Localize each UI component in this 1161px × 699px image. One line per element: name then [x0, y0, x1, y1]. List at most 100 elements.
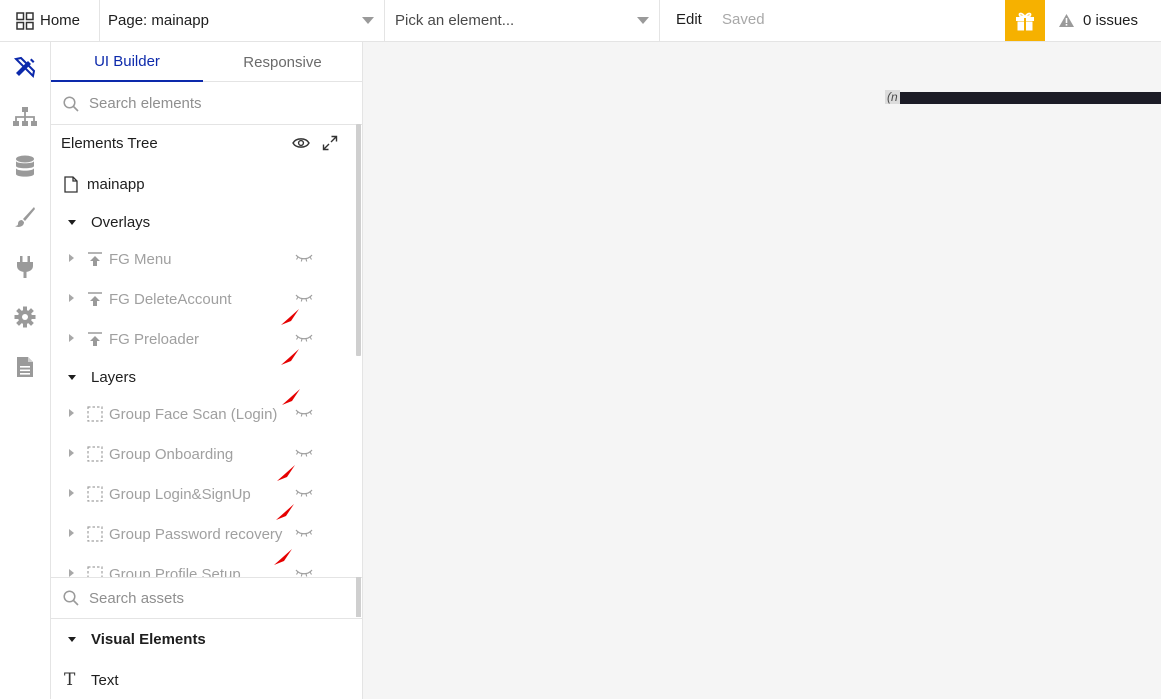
floating-group-icon [88, 332, 102, 346]
icon-rail [0, 42, 51, 699]
search-icon [63, 590, 79, 606]
visual-element-text[interactable]: T Text [51, 662, 355, 698]
gear-icon [14, 306, 36, 328]
group-icon [87, 446, 103, 462]
caret-down-icon [68, 375, 76, 380]
eye-closed-icon[interactable] [295, 448, 313, 458]
top-bar: Home Page: mainapp Pick an element... Ed… [0, 0, 1161, 42]
chevron-down-icon [362, 17, 374, 24]
assets-scrollbar[interactable] [356, 577, 361, 617]
grid-icon [16, 11, 34, 30]
issues-button[interactable]: 0 issues [1058, 0, 1138, 41]
tree-section-overlays[interactable]: Overlays [51, 205, 355, 239]
tree-item-fg-deleteaccount[interactable]: FG DeleteAccount [51, 282, 355, 316]
element-picker[interactable]: Pick an element... [385, 0, 660, 41]
eye-closed-icon[interactable] [295, 293, 313, 303]
red-arrow-icon [281, 349, 299, 365]
element-picker-placeholder: Pick an element... [395, 12, 515, 29]
home-label: Home [40, 12, 81, 29]
red-arrow-icon [277, 465, 295, 481]
tab-ui-builder[interactable]: UI Builder [51, 42, 203, 82]
tab-responsive[interactable]: Responsive [203, 42, 362, 82]
page-selector[interactable]: Page: mainapp [100, 0, 385, 41]
issues-count: 0 issues [1083, 12, 1139, 29]
tree-item-label: mainapp [87, 175, 145, 193]
tree-scrollbar[interactable] [356, 124, 361, 356]
elements-search [51, 83, 362, 125]
tree-item-label: FG Preloader [109, 330, 200, 348]
caret-down-icon [68, 637, 76, 642]
eye-icon[interactable] [292, 136, 310, 150]
tree-item-page[interactable]: mainapp [51, 167, 355, 201]
visual-elements-label: Visual Elements [91, 630, 206, 648]
tree-item-label: Group Password recovery [109, 525, 283, 543]
visual-element-label: Text [91, 671, 119, 689]
eye-closed-icon[interactable] [295, 333, 313, 343]
eye-closed-icon[interactable] [295, 408, 313, 418]
page-selector-value: Page: mainapp [108, 12, 209, 29]
rail-database-button[interactable] [0, 147, 50, 187]
eye-closed-icon[interactable] [295, 488, 313, 498]
visual-elements-section[interactable]: Visual Elements [51, 620, 355, 658]
red-arrow-icon [282, 389, 300, 405]
rail-settings-button[interactable] [0, 297, 50, 337]
search-elements-input[interactable] [89, 95, 329, 112]
search-icon [63, 95, 79, 112]
tree-item-group-onboarding[interactable]: Group Onboarding [51, 437, 355, 471]
tree-item-label: Group Face Scan (Login) [109, 405, 278, 423]
brush-icon [15, 207, 35, 227]
tree-item-label: Group Login&SignUp [109, 485, 251, 503]
plug-icon [17, 256, 33, 278]
warning-icon [1059, 14, 1074, 27]
tree-section-label: Layers [91, 368, 137, 386]
chevron-down-icon [637, 17, 649, 24]
tree-item-group-login-signup[interactable]: Group Login&SignUp [51, 477, 355, 511]
caret-right-icon [69, 529, 74, 537]
tree-item-fg-menu[interactable]: FG Menu [51, 242, 355, 276]
caret-right-icon [69, 409, 74, 417]
home-button[interactable]: Home [0, 0, 100, 41]
eye-closed-icon[interactable] [295, 568, 313, 577]
gift-button[interactable] [1005, 0, 1045, 41]
floating-group-icon [88, 252, 102, 266]
tree-item-fg-preloader[interactable]: FG Preloader [51, 322, 355, 356]
page-icon [64, 176, 78, 193]
rail-logs-button[interactable] [0, 347, 50, 387]
rail-styles-button[interactable] [0, 197, 50, 237]
assets-search [51, 577, 362, 619]
caret-right-icon [69, 569, 74, 577]
canvas-element[interactable] [885, 92, 1161, 104]
red-arrow-icon [276, 504, 294, 520]
eye-closed-icon[interactable] [295, 528, 313, 538]
edit-menu[interactable]: Edit [676, 11, 702, 28]
gift-icon [1016, 12, 1034, 30]
rail-design-button[interactable] [0, 47, 50, 87]
panel-tabs: UI Builder Responsive [51, 42, 362, 82]
save-status: Saved [722, 11, 765, 28]
caret-right-icon [69, 254, 74, 262]
rail-plugins-button[interactable] [0, 247, 50, 287]
rail-sitemap-button[interactable] [0, 97, 50, 137]
tree-item-group-face-scan[interactable]: Group Face Scan (Login) [51, 397, 355, 431]
expand-icon[interactable] [322, 135, 338, 151]
tree-item-group-profile-setup[interactable]: Group Profile Setup [51, 557, 355, 577]
group-icon [87, 406, 103, 422]
tree-section-label: Overlays [91, 213, 151, 231]
search-assets-input[interactable] [89, 589, 329, 607]
group-icon [87, 486, 103, 502]
database-icon [16, 155, 34, 177]
tree-section-layers[interactable]: Layers [51, 360, 355, 394]
document-icon [17, 357, 33, 377]
left-panel: UI Builder Responsive Elements Tree main… [51, 42, 363, 699]
tree-item-label: Group Onboarding [109, 445, 234, 463]
sitemap-icon [13, 107, 37, 126]
canvas-element-label: (n [885, 90, 900, 104]
group-icon [87, 526, 103, 542]
eye-closed-icon[interactable] [295, 253, 313, 263]
caret-right-icon [69, 334, 74, 342]
editor-canvas[interactable]: (n [363, 42, 1161, 699]
tree-item-group-password-recovery[interactable]: Group Password recovery [51, 517, 355, 551]
caret-right-icon [69, 294, 74, 302]
caret-right-icon [69, 489, 74, 497]
tree-item-label: FG DeleteAccount [109, 290, 232, 308]
